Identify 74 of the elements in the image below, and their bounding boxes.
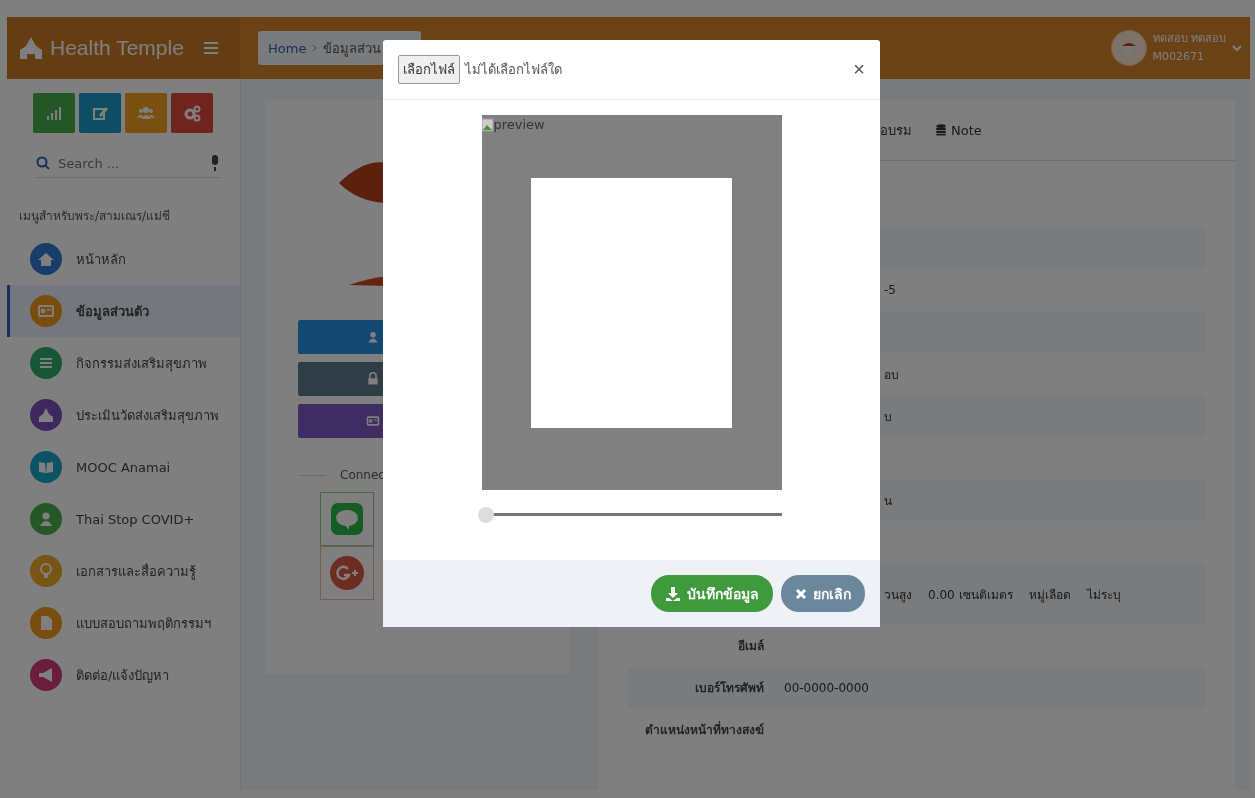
field-value: -5: [884, 283, 896, 297]
menu-icon[interactable]: [203, 42, 218, 54]
app-name: Health Temple: [50, 36, 184, 60]
download-icon: [665, 585, 681, 602]
field-value: บ: [884, 408, 892, 426]
field-value: 0.00 เซนติเมตร: [928, 586, 1013, 604]
connect-label: Connec: [340, 468, 385, 482]
line-button[interactable]: [320, 492, 374, 546]
quick-button[interactable]: [79, 93, 121, 133]
temple-icon: [18, 36, 44, 60]
sidebar-item[interactable]: ประเมินวัดส่งเสริมสุขภาพ: [7, 389, 240, 441]
file-status: ไม่ได้เลือกไฟล์ใด: [465, 61, 562, 79]
megaphone-icon: [30, 659, 62, 691]
choose-file-button[interactable]: เลือกไฟล์: [398, 55, 460, 84]
cancel-button[interactable]: ยกเลิก: [781, 575, 865, 612]
field-value: 00-0000-0000: [784, 681, 869, 695]
user-id: M002671: [1152, 49, 1205, 65]
gears-icon: [183, 104, 201, 122]
sidebar-item[interactable]: MOOC Anamai: [7, 441, 240, 493]
zoom-slider[interactable]: [481, 506, 782, 522]
tab[interactable]: อบรม: [880, 119, 912, 141]
card-icon: [30, 295, 62, 327]
field-label: เบอร์โทรศัพท์: [694, 680, 764, 697]
close-icon: [795, 587, 807, 600]
file-icon: [30, 607, 62, 639]
edit-icon: [91, 104, 109, 122]
quick-button[interactable]: [33, 93, 75, 133]
tab[interactable]: Note: [934, 122, 982, 138]
quick-button[interactable]: [125, 93, 167, 133]
person-icon: [30, 503, 62, 535]
field-label: อีเมล์: [737, 638, 764, 655]
field-value: ไม่ระบุ: [1086, 586, 1121, 604]
caret-icon[interactable]: [1232, 44, 1242, 52]
breadcrumb-link[interactable]: Home: [268, 40, 307, 56]
user-name: ทดสอบ ทดสอบ: [1152, 31, 1226, 47]
field-label: ตำแหน่งหน้าที่ทางสงฆ์: [644, 720, 764, 739]
list-icon: [30, 347, 62, 379]
bulb-icon: [30, 555, 62, 587]
g-plus-icon: [330, 556, 364, 590]
slider-thumb[interactable]: [477, 506, 494, 523]
field-value: อบ: [884, 366, 899, 384]
microphone-icon[interactable]: [210, 155, 220, 171]
close-button[interactable]: ×: [853, 58, 865, 81]
image-alt-text: preview: [493, 117, 545, 132]
broken-image-icon: [481, 117, 494, 132]
field-value: หมู่เลือด: [1028, 586, 1071, 604]
group-icon: [137, 104, 155, 122]
sidebar-item[interactable]: หน้าหลัก: [7, 233, 240, 285]
quick-button[interactable]: [171, 93, 213, 133]
section-title: เมนูสำหรับพระ/สามเณร/แม่ชี: [19, 208, 172, 225]
breadcrumb-current: ข้อมูลส่วน: [323, 39, 382, 59]
sidebar-item[interactable]: กิจกรรมส่งเสริมสุขภาพ: [7, 337, 240, 389]
sidebar-item[interactable]: ข้อมูลส่วนตัว: [7, 285, 240, 337]
search-icon: [36, 156, 50, 170]
avatar[interactable]: [1110, 30, 1147, 66]
home-icon: [30, 243, 62, 275]
lock-icon: [366, 372, 380, 386]
sidebar-item[interactable]: แบบสอบถามพฤติกรรมฯ: [7, 597, 240, 649]
field-value: วนสูง: [884, 586, 912, 604]
sidebar-item[interactable]: ติดต่อ/แจ้งปัญหา: [7, 649, 240, 701]
bar-chart-icon: [45, 104, 63, 122]
sidebar-item[interactable]: เอกสารและสื่อความรู้: [7, 545, 240, 597]
id-card-icon: [366, 414, 380, 428]
sidebar-item[interactable]: Thai Stop COVID+: [7, 493, 240, 545]
book-icon: [30, 451, 62, 483]
person-icon: [366, 330, 380, 344]
database-icon: [934, 122, 948, 138]
field-value: น: [884, 492, 892, 510]
save-button[interactable]: บันทึกข้อมูล: [651, 575, 773, 612]
search-field[interactable]: Search ...: [58, 155, 202, 171]
temple-icon: [30, 399, 62, 431]
google-plus-button[interactable]: [320, 546, 374, 600]
chevron-icon: [312, 44, 318, 52]
chat-bubble-icon: [331, 503, 363, 535]
